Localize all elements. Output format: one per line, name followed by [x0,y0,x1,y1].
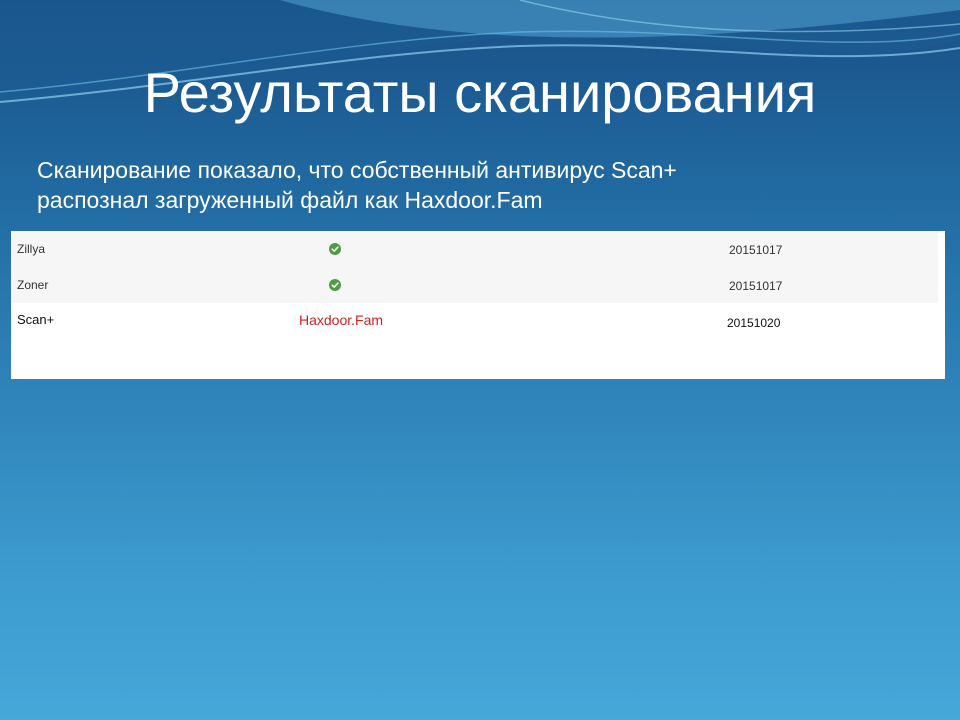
table-row: Zillya 20151017 [11,231,938,267]
engine-name: Zillya [17,242,46,256]
check-circle-icon [329,243,341,255]
subtitle-line-1: Сканирование показало, что собственный а… [37,157,677,183]
check-circle-icon [329,279,341,291]
slide-title: Результаты сканирования [143,61,817,124]
subtitle-line-2: распознал загруженный файл как Haxdoor.F… [37,187,543,213]
scan-date: 20151017 [729,279,783,293]
table-row: Scan+ Haxdoor.Fam 20151020 [11,303,945,379]
engine-name: Zoner [17,278,49,292]
scan-date: 20151017 [729,243,783,257]
table-row: Zoner 20151017 [11,267,938,303]
slide-subtitle: Сканирование показало, что собственный а… [37,155,937,215]
scan-date: 20151020 [727,316,781,330]
slide: Результаты сканирования Сканирование пок… [0,0,960,720]
engine-name: Scan+ [17,312,55,327]
detection-result: Haxdoor.Fam [299,312,384,328]
scan-results-table: Zillya 20151017 Zoner 20151017 Scan+ Hax [11,231,945,379]
